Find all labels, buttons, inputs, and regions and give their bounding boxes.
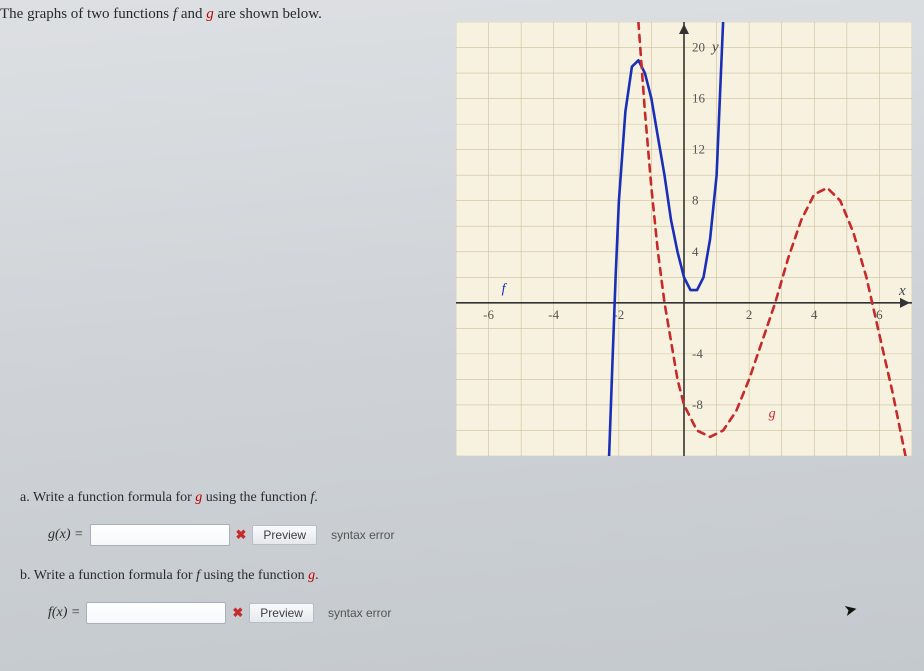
svg-text:4: 4 — [811, 307, 818, 322]
svg-text:2: 2 — [746, 307, 753, 322]
incorrect-icon: ✖ — [236, 527, 247, 543]
incorrect-icon: ✖ — [232, 605, 243, 621]
function-graph: -6-4-2246-8-448121620yxfg — [456, 22, 912, 456]
answer-row-a: g(x) = ✖ Preview syntax error — [48, 524, 540, 546]
question-prompt: The graphs of two functions f and g are … — [0, 6, 322, 23]
prompt-suffix: are shown below. — [214, 6, 322, 22]
svg-text:x: x — [898, 283, 906, 299]
question-block: a. Write a function formula for g using … — [20, 490, 540, 646]
error-text-b: syntax error — [328, 606, 391, 620]
svg-text:-4: -4 — [692, 346, 703, 361]
svg-text:y: y — [710, 40, 719, 56]
question-a: a. Write a function formula for g using … — [20, 490, 540, 506]
question-b: b. Write a function formula for f using … — [20, 568, 540, 584]
chart-svg: -6-4-2246-8-448121620yxfg — [456, 22, 912, 456]
svg-text:6: 6 — [876, 307, 883, 322]
svg-text:-6: -6 — [483, 307, 494, 322]
mouse-cursor-icon: ➤ — [842, 599, 859, 621]
prompt-mid: and — [177, 6, 206, 22]
answer-input-b[interactable] — [86, 602, 226, 624]
g-symbol: g — [206, 6, 214, 22]
svg-text:16: 16 — [692, 91, 706, 106]
prompt-prefix: The graphs of two functions — [0, 6, 173, 22]
preview-button-b[interactable]: Preview — [249, 603, 314, 623]
lhs-b: f(x) = — [48, 605, 80, 621]
svg-text:-4: -4 — [548, 307, 559, 322]
svg-text:20: 20 — [692, 40, 705, 55]
svg-text:g: g — [769, 407, 776, 422]
svg-text:8: 8 — [692, 193, 699, 208]
svg-text:-8: -8 — [692, 397, 703, 412]
svg-text:12: 12 — [692, 142, 705, 157]
svg-text:4: 4 — [692, 244, 699, 259]
lhs-a: g(x) = — [48, 527, 84, 543]
answer-input-a[interactable] — [90, 524, 230, 546]
preview-button-a[interactable]: Preview — [252, 525, 317, 545]
answer-row-b: f(x) = ✖ Preview syntax error — [48, 602, 540, 624]
error-text-a: syntax error — [331, 528, 394, 542]
